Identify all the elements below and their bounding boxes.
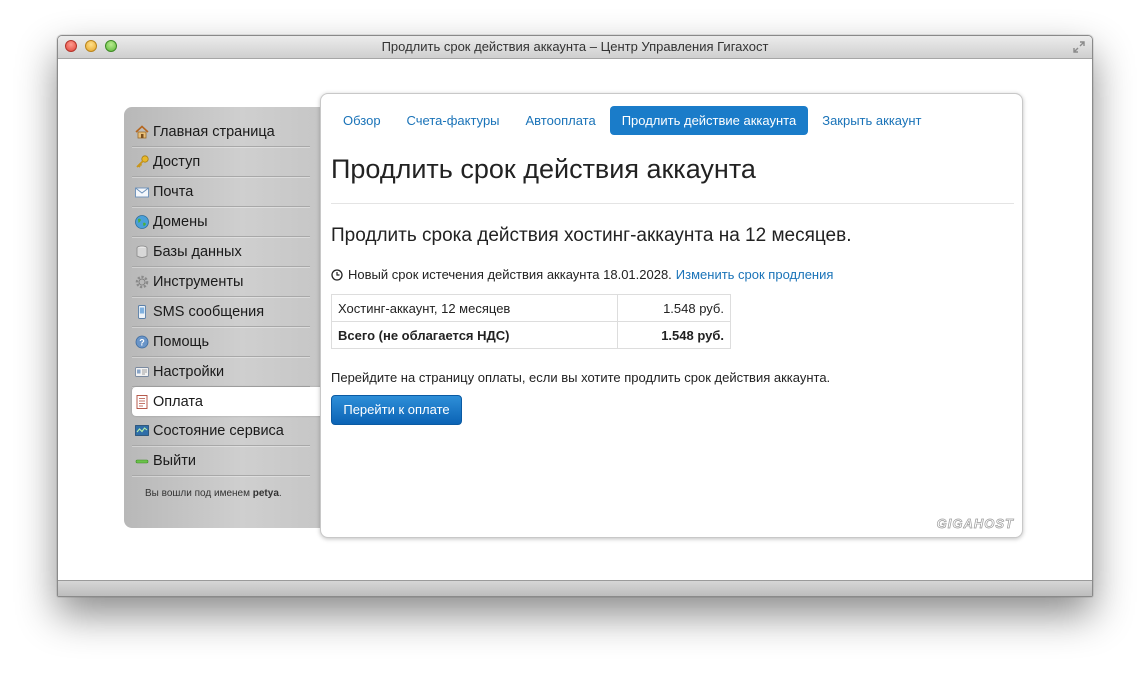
tab-autopay[interactable]: Автооплата bbox=[514, 106, 608, 135]
sidebar-item-label: Почта bbox=[153, 183, 194, 200]
globe-icon bbox=[134, 214, 150, 230]
table-row: Хостинг-аккаунт, 12 месяцев 1.548 руб. bbox=[331, 294, 731, 322]
username: petya bbox=[252, 488, 279, 499]
minimize-window-button[interactable] bbox=[85, 40, 97, 52]
phone-icon bbox=[134, 304, 150, 320]
line-item-name: Хостинг-аккаунт, 12 месяцев bbox=[331, 294, 618, 322]
sidebar-item-service-status[interactable]: Состояние сервиса bbox=[132, 416, 310, 446]
sidebar-item-mail[interactable]: Почта bbox=[132, 177, 310, 207]
table-row-total: Всего (не облагается НДС) 1.548 руб. bbox=[331, 321, 731, 349]
tab-renew-account[interactable]: Продлить действие аккаунта bbox=[609, 106, 809, 135]
sidebar-item-domains[interactable]: Домены bbox=[132, 207, 310, 237]
total-label: Всего (не облагается НДС) bbox=[331, 321, 618, 349]
sidebar-item-label: Доступ bbox=[153, 153, 201, 170]
sidebar-item-help[interactable]: ? Помощь bbox=[132, 327, 310, 357]
help-icon: ? bbox=[134, 334, 150, 350]
go-to-payment-button[interactable]: Перейти к оплате bbox=[331, 395, 462, 425]
sidebar-item-settings[interactable]: Настройки bbox=[132, 357, 310, 387]
exit-icon bbox=[134, 453, 150, 469]
key-icon bbox=[134, 154, 150, 170]
gigahost-logo: GIGAHOST bbox=[936, 516, 1014, 532]
expiry-text: Новый срок истечения действия аккаунта 1… bbox=[348, 267, 672, 282]
line-item-amount: 1.548 руб. bbox=[617, 294, 731, 322]
sidebar-item-access[interactable]: Доступ bbox=[132, 147, 310, 177]
envelope-icon bbox=[134, 184, 150, 200]
sidebar-item-label: Состояние сервиса bbox=[153, 422, 284, 439]
logged-in-suffix: . bbox=[278, 488, 282, 499]
sidebar-item-label: Настройки bbox=[153, 363, 225, 380]
sidebar: Главная страница Доступ Почта Домены Баз… bbox=[124, 107, 324, 528]
window-title: Продлить срок действия аккаунта – Центр … bbox=[381, 39, 769, 54]
id-card-icon bbox=[134, 364, 150, 380]
svg-text:?: ? bbox=[139, 337, 145, 347]
zoom-window-button[interactable] bbox=[105, 40, 117, 52]
title-bar: Продлить срок действия аккаунта – Центр … bbox=[58, 36, 1092, 59]
payment-instruction: Перейдите на страницу оплаты, если вы хо… bbox=[331, 370, 831, 385]
sidebar-item-home[interactable]: Главная страница bbox=[132, 117, 310, 147]
page-title: Продлить срок действия аккаунта bbox=[331, 154, 756, 184]
divider bbox=[331, 203, 1014, 204]
sidebar-item-label: Базы данных bbox=[153, 243, 242, 260]
sidebar-item-label: Оплата bbox=[153, 393, 203, 410]
browser-window: Продлить срок действия аккаунта – Центр … bbox=[57, 35, 1093, 597]
sidebar-item-label: SMS сообщения bbox=[153, 303, 265, 320]
sidebar-item-label: Домены bbox=[153, 213, 208, 230]
total-amount: 1.548 руб. bbox=[617, 321, 731, 349]
renewal-subtitle: Продлить срока действия хостинг-аккаунта… bbox=[331, 225, 852, 246]
status-bar bbox=[58, 580, 1092, 596]
invoice-table: Хостинг-аккаунт, 12 месяцев 1.548 руб. В… bbox=[331, 294, 731, 349]
database-icon bbox=[134, 244, 150, 260]
sidebar-item-billing[interactable]: Оплата bbox=[132, 387, 324, 416]
billing-tabs: Обзор Счета-фактуры Автооплата Продлить … bbox=[331, 106, 936, 135]
monitor-icon bbox=[134, 423, 150, 439]
tab-overview[interactable]: Обзор bbox=[331, 106, 393, 135]
expiry-info: Новый срок истечения действия аккаунта 1… bbox=[331, 267, 833, 282]
change-period-link[interactable]: Изменить срок продления bbox=[676, 267, 834, 282]
sidebar-item-logout[interactable]: Выйти bbox=[132, 446, 310, 476]
gear-icon bbox=[134, 274, 150, 290]
tab-close-account[interactable]: Закрыть аккаунт bbox=[810, 106, 933, 135]
fullscreen-icon[interactable] bbox=[1072, 40, 1086, 54]
clock-icon bbox=[331, 268, 343, 281]
sidebar-item-databases[interactable]: Базы данных bbox=[132, 237, 310, 267]
logged-in-prefix: Вы вошли под именем bbox=[145, 488, 250, 499]
logged-in-status: Вы вошли под именем petya. bbox=[145, 488, 282, 499]
sidebar-item-label: Помощь bbox=[153, 333, 210, 350]
invoice-icon bbox=[134, 394, 150, 410]
sidebar-item-tools[interactable]: Инструменты bbox=[132, 267, 310, 297]
home-icon bbox=[134, 124, 150, 140]
sidebar-item-label: Инструменты bbox=[153, 273, 244, 290]
close-window-button[interactable] bbox=[65, 40, 77, 52]
tab-invoices[interactable]: Счета-фактуры bbox=[395, 106, 512, 135]
sidebar-item-label: Выйти bbox=[153, 452, 196, 469]
sidebar-item-label: Главная страница bbox=[153, 123, 275, 140]
content-panel: Обзор Счета-фактуры Автооплата Продлить … bbox=[320, 93, 1023, 538]
sidebar-item-sms[interactable]: SMS сообщения bbox=[132, 297, 310, 327]
